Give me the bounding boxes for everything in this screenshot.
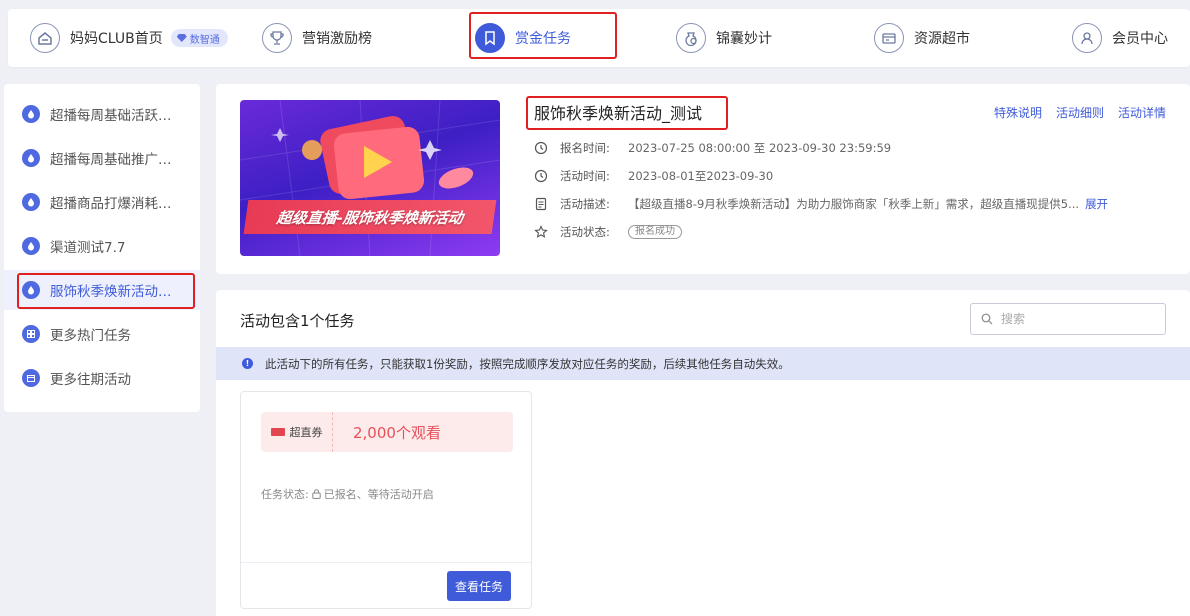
gem-icon: [176, 34, 187, 42]
bookmark-icon: [475, 23, 505, 53]
document-icon: [535, 197, 547, 211]
tasks-heading: 活动包含1个任务: [240, 312, 355, 330]
signup-time-value: 2023-07-25 08:00:00 至 2023-09-30 23:59:5…: [628, 141, 892, 155]
task-status-label: 任务状态:: [261, 488, 309, 501]
sidebar-item-activity-2[interactable]: 超播每周基础推广…: [4, 138, 200, 178]
activity-time-value: 2023-08-01至2023-09-30: [628, 169, 774, 183]
drop-icon: [22, 149, 40, 167]
nav-label: 会员中心: [1112, 31, 1168, 47]
sidebar-item-label: 服饰秋季焕新活动…: [50, 284, 172, 300]
nav-item-bounty[interactable]: 赏金任务: [475, 21, 571, 55]
drop-icon: [22, 281, 40, 299]
sidebar-item-autumn-activity[interactable]: 服饰秋季焕新活动…: [4, 270, 200, 310]
notice-text: 此活动下的所有任务，只能获取1份奖励，按照完成顺序发放对应任务的奖励，后续其他任…: [265, 356, 790, 371]
sidebar-item-label: 超播商品打爆消耗…: [50, 196, 172, 212]
sidebar: 超播每周基础活跃… 超播每周基础推广… 超播商品打爆消耗… 渠道测试7.7 服饰…: [4, 84, 200, 412]
activity-status-label: 活动状态:: [560, 225, 610, 239]
view-task-button[interactable]: 查看任务: [447, 571, 511, 601]
nav-label: 妈妈CLUB首页: [70, 31, 163, 47]
activity-status-row: 活动状态: 报名成功: [534, 224, 682, 240]
lock-icon: [312, 489, 321, 499]
card-icon: [874, 23, 904, 53]
expand-link[interactable]: 展开: [1085, 196, 1108, 212]
sidebar-item-activity-1[interactable]: 超播每周基础活跃…: [4, 94, 200, 134]
sidebar-item-activity-3[interactable]: 超播商品打爆消耗…: [4, 182, 200, 222]
nav-label: 赏金任务: [515, 31, 571, 47]
nav-label: 资源超市: [914, 31, 970, 47]
sidebar-item-channel-test[interactable]: 渠道测试7.7: [4, 226, 200, 266]
tasks-panel: 活动包含1个任务 ! 此活动下的所有任务，只能获取1份奖励，按照完成顺序发放对应…: [216, 290, 1190, 616]
coupon-type: 超直券: [261, 412, 333, 452]
coupon: 超直券 2,000个观看: [261, 412, 513, 452]
shuzhitong-badge: 数智通: [170, 29, 228, 47]
activity-banner: 超级直播-服饰秋季焕新活动: [240, 100, 500, 256]
search-input[interactable]: [1001, 312, 1151, 326]
activity-title: 服饰秋季焕新活动_测试: [534, 104, 703, 123]
star-icon: [534, 225, 548, 238]
sidebar-item-label: 更多热门任务: [50, 328, 131, 344]
search-box[interactable]: [970, 303, 1166, 335]
coupon-type-label: 超直券: [289, 426, 323, 439]
info-icon: !: [242, 358, 253, 369]
signup-time-row: 报名时间: 2023-07-25 08:00:00 至 2023-09-30 2…: [534, 140, 891, 156]
drop-icon: [22, 193, 40, 211]
nav-item-member[interactable]: 会员中心: [1072, 21, 1168, 55]
sidebar-item-label: 超播每周基础推广…: [50, 152, 172, 168]
search-icon: [981, 313, 993, 325]
activity-desc-label: 活动描述:: [560, 197, 610, 211]
sidebar-item-label: 渠道测试7.7: [50, 240, 126, 256]
signup-time-label: 报名时间:: [560, 141, 610, 155]
task-status: 任务状态: 已报名、等待活动开启: [261, 486, 434, 502]
nav-item-leaderboard[interactable]: 营销激励榜: [262, 21, 372, 55]
clock-icon: [534, 169, 548, 183]
nav-label: 营销激励榜: [302, 31, 372, 47]
sidebar-item-more-hot[interactable]: 更多热门任务: [4, 314, 200, 354]
calendar-icon: [22, 369, 40, 387]
nav-item-home[interactable]: 妈妈CLUB首页 数智通: [30, 21, 228, 55]
activity-time-label: 活动时间:: [560, 169, 610, 183]
coupon-goal: 2,000个观看: [353, 423, 441, 442]
activity-time-row: 活动时间: 2023-08-01至2023-09-30: [534, 168, 773, 184]
sidebar-item-label: 超播每周基础活跃…: [50, 108, 172, 124]
clock-icon: [534, 141, 548, 155]
badge-label: 数智通: [189, 34, 220, 46]
grid-icon: [22, 325, 40, 343]
task-card: 超直券 2,000个观看 任务状态: 已报名、等待活动开启 查看任务: [240, 391, 532, 609]
status-badge: 报名成功: [628, 225, 682, 239]
home-icon: [30, 23, 60, 53]
sidebar-item-past[interactable]: 更多往期活动: [4, 358, 200, 398]
banner-title: 超级直播-服饰秋季焕新活动: [243, 200, 497, 234]
trophy-icon: [262, 23, 292, 53]
task-status-text: 已报名、等待活动开启: [323, 488, 434, 501]
ticket-icon: [270, 428, 285, 436]
sidebar-item-label: 更多往期活动: [50, 372, 131, 388]
nav-item-market[interactable]: 资源超市: [874, 21, 970, 55]
nav-item-tips[interactable]: 锦囊妙计: [676, 21, 772, 55]
drop-icon: [22, 105, 40, 123]
nav-label: 锦囊妙计: [716, 31, 772, 47]
user-icon: [1072, 23, 1102, 53]
activity-rules-link[interactable]: 活动细则: [1056, 104, 1104, 121]
bag-icon: [676, 23, 706, 53]
activity-details-link[interactable]: 活动详情: [1118, 104, 1166, 121]
special-notes-link[interactable]: 特殊说明: [994, 104, 1042, 121]
notice-bar: ! 此活动下的所有任务，只能获取1份奖励，按照完成顺序发放对应任务的奖励，后续其…: [216, 347, 1190, 380]
top-nav: 妈妈CLUB首页 数智通 营销激励榜 赏金任务 锦囊妙计 资源超市 会员中心: [8, 9, 1190, 67]
activity-desc-value: 【超级直播8-9月秋季焕新活动】为助力服饰商家「秋季上新」需求，超级直播现提供5…: [628, 197, 1080, 211]
drop-icon: [22, 237, 40, 255]
activity-links: 特殊说明 活动细则 活动详情: [994, 104, 1166, 121]
card-divider: [241, 562, 531, 563]
activity-card: 超级直播-服饰秋季焕新活动 服饰秋季焕新活动_测试 特殊说明 活动细则 活动详情…: [216, 84, 1190, 274]
activity-desc-row: 活动描述: 【超级直播8-9月秋季焕新活动】为助力服饰商家「秋季上新」需求，超级…: [534, 196, 1108, 212]
